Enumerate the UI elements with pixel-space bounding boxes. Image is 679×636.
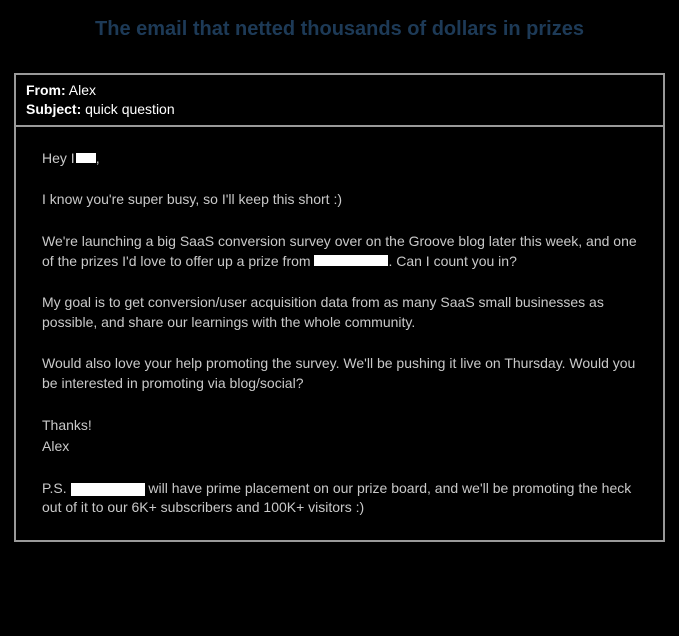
redacted-company-1-icon [314,255,388,266]
from-row: From: Alex [26,81,653,100]
subject-row: Subject: quick question [26,100,653,119]
ps-part-a: P.S. [42,480,71,496]
paragraph-1: I know you're super busy, so I'll keep t… [42,190,637,210]
email-header: From: Alex Subject: quick question [16,75,663,127]
p2-part-b: . Can I count you in? [388,253,516,269]
subject-label: Subject: [26,101,81,117]
redacted-name-icon [76,153,96,163]
signature-block: Thanks! Alex [42,416,637,457]
page: The email that netted thousands of dolla… [0,0,679,636]
greeting-suffix: , [96,150,100,166]
redacted-company-2-icon [71,483,145,496]
ps-line: P.S. will have prime placement on our pr… [42,479,637,518]
thanks-line: Thanks! [42,416,637,436]
greeting-line: Hey I, [42,149,637,169]
greeting-prefix: Hey I [42,150,75,166]
email-card: From: Alex Subject: quick question Hey I… [14,73,665,542]
paragraph-2: We're launching a big SaaS conversion su… [42,232,637,271]
paragraph-3: My goal is to get conversion/user acquis… [42,293,637,332]
from-label: From: [26,82,66,98]
subject-value: quick question [85,101,175,117]
from-value: Alex [69,82,96,98]
signature-name: Alex [42,437,637,457]
page-title: The email that netted thousands of dolla… [14,18,665,41]
email-body: Hey I, I know you're super busy, so I'll… [16,127,663,540]
paragraph-4: Would also love your help promoting the … [42,354,637,393]
